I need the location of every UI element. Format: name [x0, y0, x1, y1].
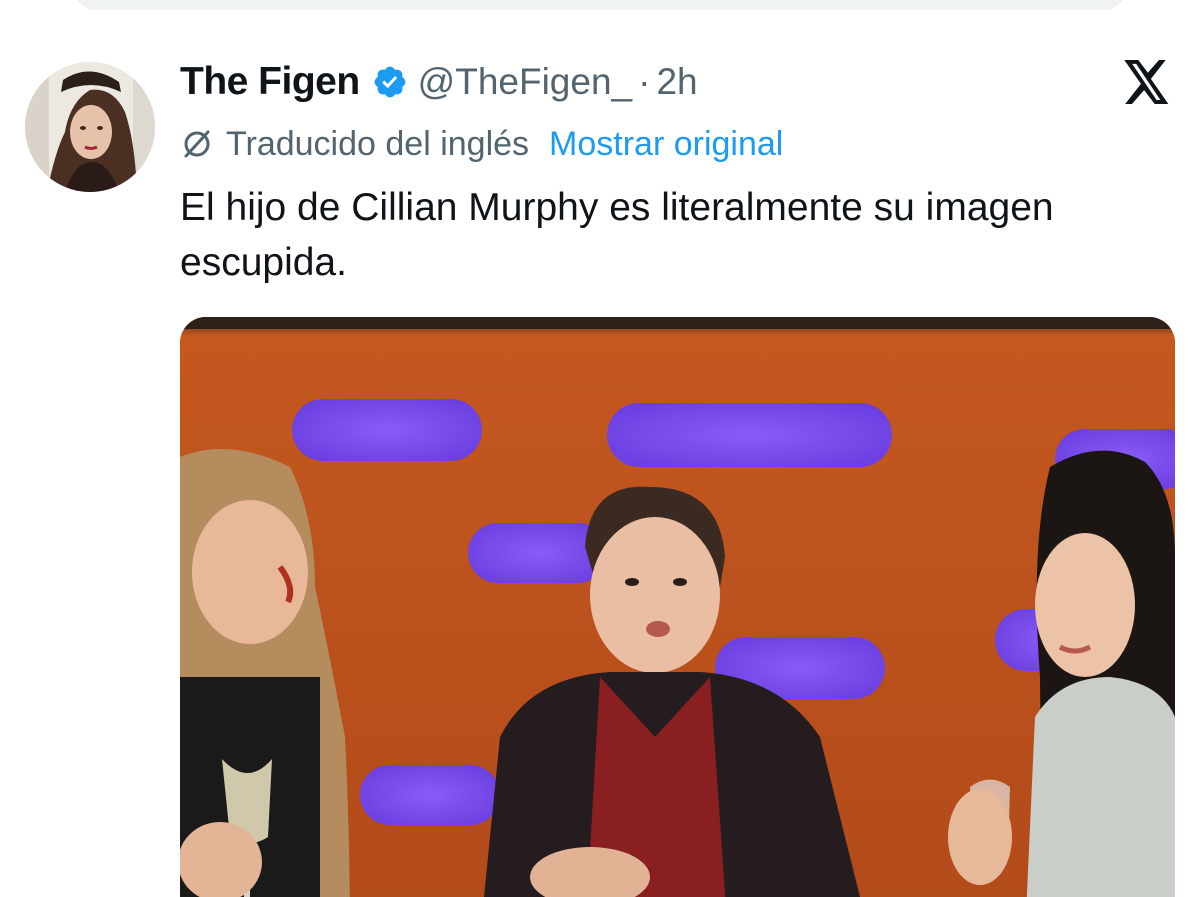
display-name[interactable]: The Figen [180, 60, 360, 104]
avatar-photo [25, 62, 155, 192]
show-original-link[interactable]: Mostrar original [549, 125, 783, 164]
tweet-media[interactable] [180, 317, 1175, 897]
translation-notice: Traducido del inglés Mostrar original [180, 122, 783, 166]
search-bar[interactable] [72, 0, 1128, 10]
tweet-text-line-1: El hijo de Cillian Murphy es literalment… [180, 186, 1054, 229]
translated-label: Traducido del inglés [226, 124, 530, 163]
tweet-text-line-2: escupida. [180, 241, 347, 284]
translate-icon [180, 127, 214, 161]
tweet-text: El hijo de Cillian Murphy es literalment… [180, 180, 1185, 290]
tweet-screen: The Figen @TheFigen_ · 2h Traducido del … [0, 0, 1200, 897]
verified-badge-icon[interactable] [372, 64, 408, 100]
tweet-header: The Figen @TheFigen_ · 2h [180, 58, 698, 106]
author-avatar[interactable] [25, 62, 155, 192]
separator-dot: · [638, 61, 651, 102]
x-logo-icon[interactable] [1124, 60, 1170, 104]
timestamp[interactable]: 2h [656, 61, 697, 103]
media-image [180, 317, 1175, 897]
author-handle[interactable]: @TheFigen_ [418, 61, 632, 103]
